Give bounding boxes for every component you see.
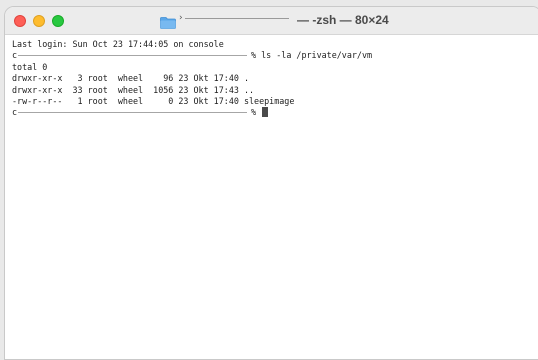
zoom-window-button[interactable] [52, 15, 64, 27]
minimize-window-button[interactable] [33, 15, 45, 27]
terminal-output[interactable]: Last login: Sun Oct 23 17:44:05 on conso… [5, 35, 538, 359]
prompt-prefix: c [12, 107, 18, 118]
prompt-prefix: c [12, 50, 18, 61]
title-bar[interactable]: › — -zsh — 80×24 [5, 7, 538, 35]
terminal-window: › — -zsh — 80×24 Last login: Sun Oct 23 … [4, 6, 538, 360]
window-title: — -zsh — 80×24 [297, 13, 389, 27]
close-window-button[interactable] [14, 15, 26, 27]
text-cursor [262, 107, 269, 118]
last-login-line: Last login: Sun Oct 23 17:44:05 on conso… [12, 39, 224, 49]
total-line: total 0 [12, 61, 48, 72]
listing-row: drwxr-xr-x 3 root wheel 96 23 Okt 17:40 … [12, 73, 249, 84]
current-prompt-line: c% [12, 107, 538, 118]
command-line: c % ls -la /private/var/vm [12, 50, 538, 61]
listing-row: -rw-r--r-- 1 root wheel 0 23 Okt 17:40 s… [12, 95, 295, 106]
redacted-path [185, 18, 289, 19]
listing-row: drwxr-xr-x 33 root wheel 1056 23 Okt 17:… [12, 84, 255, 95]
folder-icon [160, 14, 176, 29]
path-separator-icon: › [179, 13, 183, 23]
redacted-prompt [18, 112, 248, 114]
command-text: % ls -la /private/var/vm [251, 50, 373, 61]
redacted-prompt [18, 55, 248, 57]
prompt-symbol: % [251, 107, 262, 118]
